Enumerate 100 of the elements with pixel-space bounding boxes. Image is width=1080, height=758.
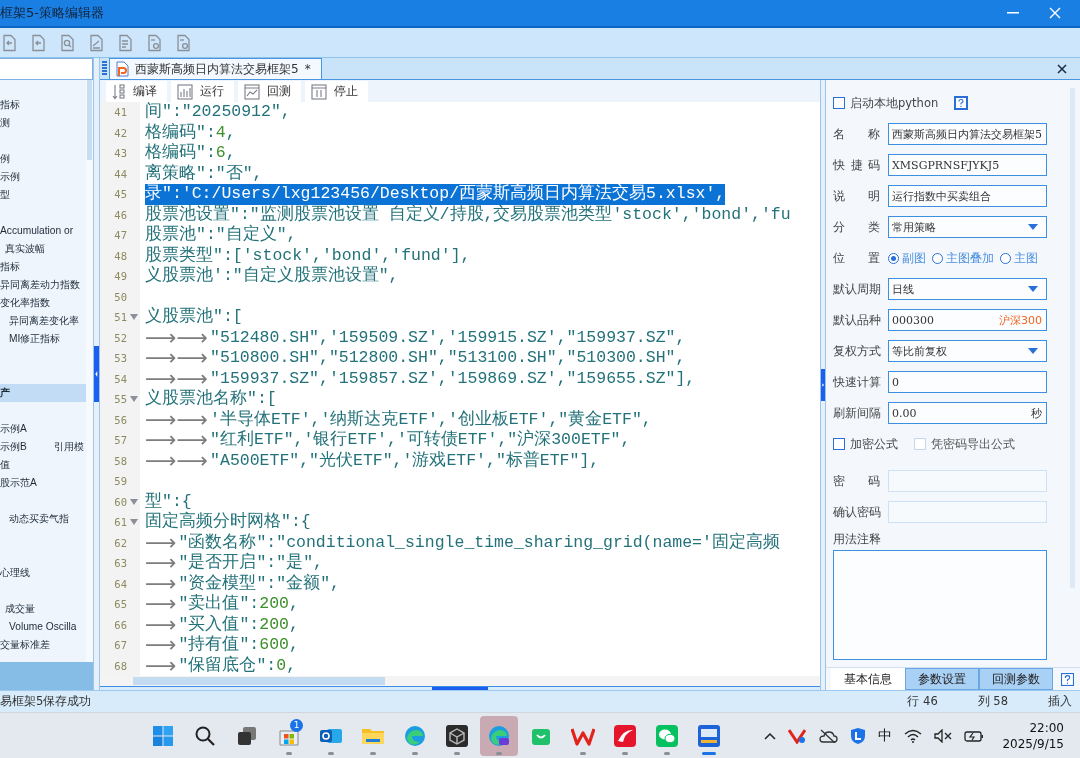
line-number: 57 xyxy=(114,434,127,447)
tab-arrows: ⟶ xyxy=(145,614,177,635)
page-list-icon[interactable] xyxy=(116,33,134,52)
input-field[interactable]: 西蒙斯高频日内算法交易框架5 xyxy=(888,123,1047,145)
panel-tab[interactable]: 基本信息 xyxy=(831,668,905,690)
page-arrow-icon[interactable] xyxy=(29,33,47,52)
dropdown[interactable]: 常用策略 xyxy=(888,216,1047,238)
tree-item[interactable]: 成交量 xyxy=(5,600,35,618)
tree-item[interactable]: 动态买卖气指 xyxy=(9,510,69,528)
tree-item[interactable]: 指标 xyxy=(0,258,20,276)
dropdown[interactable]: 日线 xyxy=(888,278,1047,300)
active-taskbar-button[interactable] xyxy=(480,715,518,756)
fold-icon[interactable] xyxy=(130,519,138,526)
field-label: 默认品种 xyxy=(833,312,880,328)
field-label: 分类 xyxy=(833,219,880,235)
toolbar-button[interactable]: 回测 xyxy=(238,81,301,102)
card-app-icon[interactable] xyxy=(698,724,720,747)
code-line: "是否开启":"是", xyxy=(178,553,323,574)
fold-icon[interactable] xyxy=(130,396,138,403)
tree-item[interactable]: 测 xyxy=(0,114,10,132)
notes-field[interactable] xyxy=(833,550,1047,660)
browser-icon[interactable] xyxy=(488,724,510,747)
toolbar-button[interactable]: 运行 xyxy=(171,81,234,102)
minimize-icon[interactable] xyxy=(1007,12,1019,14)
v-logo-icon[interactable] xyxy=(788,727,807,744)
battery-icon[interactable] xyxy=(964,728,985,743)
input-field[interactable]: 运行指数中买卖组合 xyxy=(888,185,1047,207)
tree-item[interactable]: 产 xyxy=(0,384,86,402)
panel-tab[interactable]: 参数设置 xyxy=(905,668,979,690)
input-field[interactable]: XMSGPRNSFJYKJ5 xyxy=(888,154,1047,176)
tree-item[interactable]: 变化率指数 xyxy=(0,294,50,312)
fold-icon[interactable] xyxy=(130,498,138,505)
clock-date[interactable]: 2025/9/15 xyxy=(1002,735,1064,752)
clock-time[interactable]: 22:00 xyxy=(1029,719,1064,736)
chevron-up-icon[interactable] xyxy=(764,731,777,740)
panel-tab[interactable]: 回测参数 xyxy=(979,668,1053,690)
stacked-squares-icon[interactable] xyxy=(236,724,258,747)
tree-item[interactable]: Accumulation or xyxy=(0,222,74,240)
tree-item[interactable]: 股示范A xyxy=(0,474,37,492)
line-number: 43 xyxy=(114,147,127,160)
toolbar-button[interactable]: 编译 xyxy=(106,81,167,102)
tree-item[interactable]: MI修正指标 xyxy=(9,330,61,348)
chat-bubbles-icon[interactable] xyxy=(656,724,678,747)
input-field[interactable]: 000300 沪深300 xyxy=(888,309,1047,331)
close-icon[interactable] xyxy=(1057,63,1067,74)
wifi-icon[interactable] xyxy=(904,728,923,743)
file-icon xyxy=(115,61,129,77)
start-icon[interactable] xyxy=(152,724,174,747)
tree-item[interactable]: 异同离差变化率 xyxy=(9,312,79,330)
page-edit-icon[interactable] xyxy=(87,33,105,52)
field-label: 说明 xyxy=(833,188,880,204)
dropdown[interactable]: 等比前复权 xyxy=(888,340,1047,362)
input-field[interactable]: 0 xyxy=(888,371,1047,393)
page-gear-icon[interactable] xyxy=(145,33,163,52)
checkbox[interactable]: 加密公式 xyxy=(833,436,898,452)
tab-arrows: ⟶ xyxy=(145,655,177,676)
tree-item[interactable]: 示例 xyxy=(0,168,20,186)
shield-icon[interactable] xyxy=(850,726,867,745)
tree-item[interactable]: 指标 xyxy=(0,96,20,114)
tree-item[interactable]: 交量标准差 xyxy=(0,636,50,654)
line-number: 47 xyxy=(114,229,127,242)
tree-item[interactable]: Volume Oscilla xyxy=(9,618,77,636)
tree-item[interactable]: 真实波幅 xyxy=(5,240,45,258)
toolbar-button[interactable]: 停止 xyxy=(305,81,368,102)
tree-item[interactable]: 心理线 xyxy=(0,564,30,582)
drag-grip[interactable] xyxy=(102,61,107,76)
cloud-off-icon[interactable] xyxy=(818,728,839,743)
page-arrow-icon[interactable] xyxy=(0,33,18,52)
browser-icon[interactable] xyxy=(404,724,426,747)
page-gear-icon[interactable] xyxy=(174,33,192,52)
help-icon[interactable] xyxy=(954,96,969,110)
tab-arrows: ⟶⟶ xyxy=(145,450,209,471)
document-tab[interactable]: 西蒙斯高频日内算法交易框架5 * xyxy=(109,58,322,79)
line-chart-icon xyxy=(244,83,260,100)
input-field[interactable]: 0.00 秒 xyxy=(888,402,1047,424)
swoosh-app-icon[interactable] xyxy=(614,724,636,747)
tree-item[interactable]: 值 xyxy=(0,456,10,474)
speaker-muted-icon[interactable] xyxy=(934,728,953,743)
insert-mode: 插入 xyxy=(1048,694,1072,709)
cube-app-icon[interactable] xyxy=(446,724,468,747)
tree-item[interactable]: 例 xyxy=(0,150,10,168)
line-number: 54 xyxy=(114,372,127,385)
input-method-indicator[interactable]: 中 xyxy=(878,726,893,745)
code-line: 股票池设置":"监测股票池设置 自定义/持股,交易股票池类型'stock','bond','fu xyxy=(145,204,791,224)
tree-item[interactable]: 型 xyxy=(0,186,10,204)
tree-item[interactable]: 示例B xyxy=(0,438,27,456)
page-search-icon[interactable] xyxy=(58,33,76,52)
help-icon[interactable] xyxy=(1061,672,1074,686)
line-number: 63 xyxy=(114,557,127,570)
window-title: 框架5-策略编辑器 xyxy=(0,4,105,22)
tree-item[interactable]: 引用模 xyxy=(54,438,84,456)
search-icon[interactable] xyxy=(194,724,216,747)
checkbox[interactable]: 启动本地python xyxy=(833,95,939,111)
resize-handle[interactable] xyxy=(432,687,488,690)
tree-item[interactable]: 示例A xyxy=(0,420,27,438)
line-number: 62 xyxy=(114,536,127,549)
tab-arrows: ⟶⟶ xyxy=(145,348,209,369)
fold-icon[interactable] xyxy=(130,314,138,321)
code-line: "512480.SH",'159509.SZ','159915.SZ',"159937.SZ", xyxy=(210,327,686,348)
tree-item[interactable]: 异同离差动力指数 xyxy=(0,276,80,294)
